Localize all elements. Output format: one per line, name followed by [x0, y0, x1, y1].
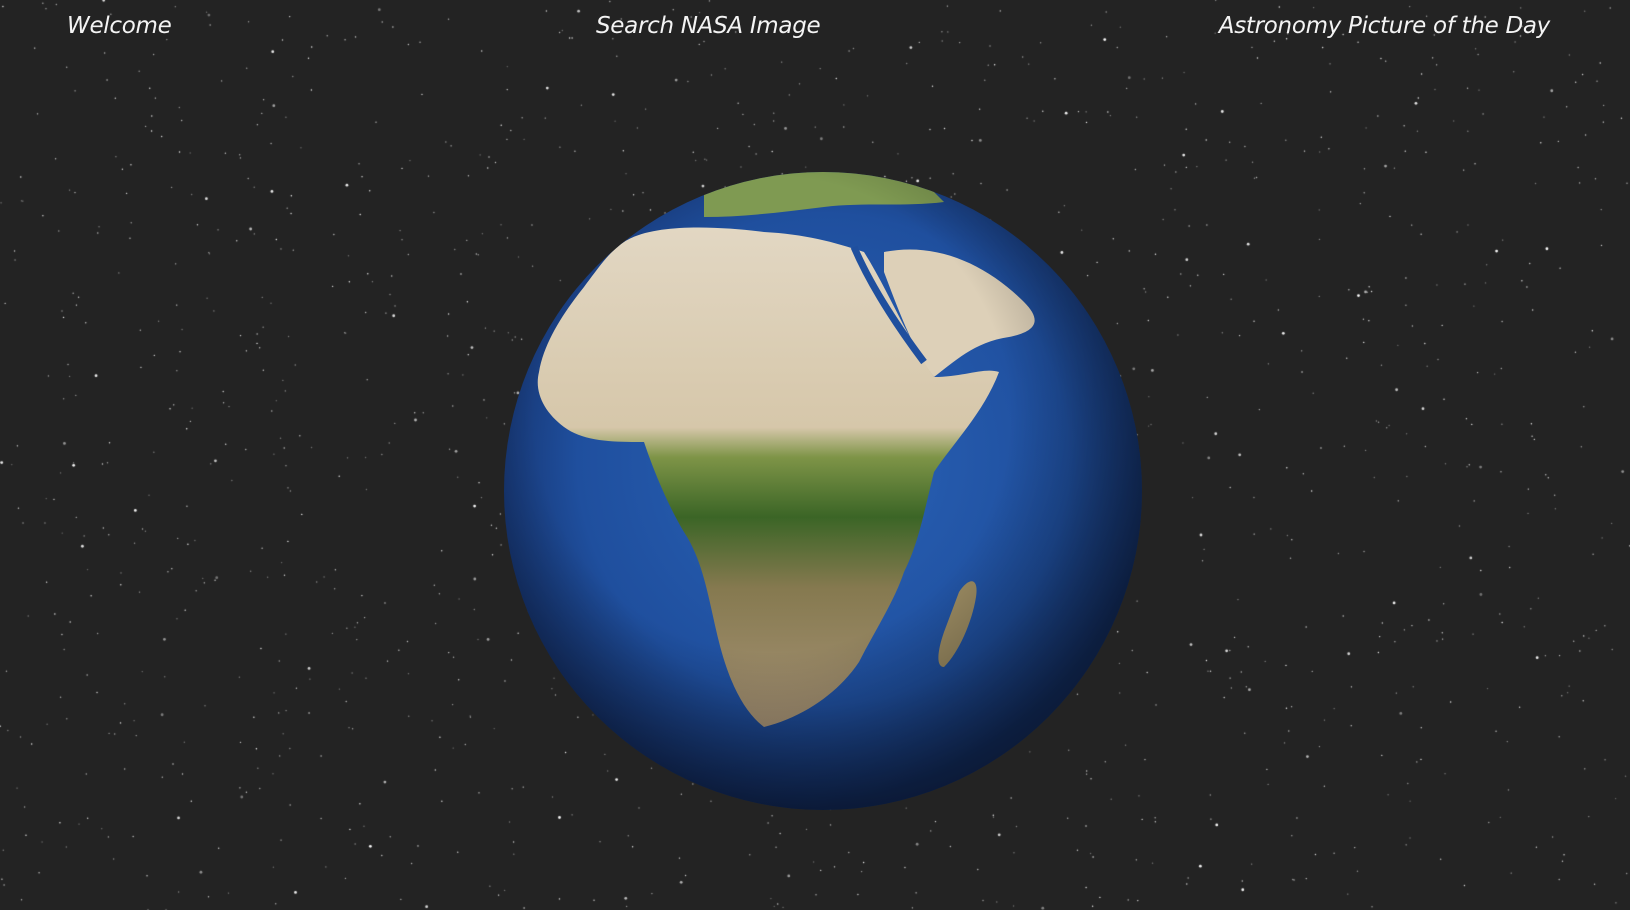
- nav-link-welcome[interactable]: Welcome: [67, 10, 172, 42]
- earth-globe-graphic: [504, 172, 1142, 810]
- globe-shading: [504, 172, 1142, 810]
- nav-link-search-nasa-image[interactable]: Search NASA Image: [596, 10, 821, 42]
- nav-link-astronomy-picture-of-the-day[interactable]: Astronomy Picture of the Day: [1219, 10, 1551, 42]
- earth-globe[interactable]: [504, 172, 1142, 810]
- top-navigation: Welcome Search NASA Image Astronomy Pict…: [0, 10, 1630, 50]
